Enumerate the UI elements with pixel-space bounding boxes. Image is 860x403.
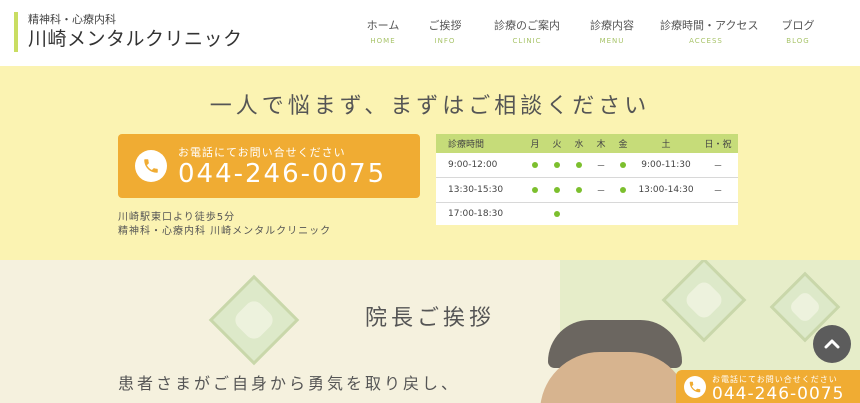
availability-dot [614,153,632,177]
nav-item-info[interactable]: ご挨拶 INFO [425,18,465,47]
consult-heading: 一人で悩まず、まずはご相談ください [209,94,651,119]
saturday-time: 9:00-11:30 [641,160,691,170]
floating-phone-number: 044-246-0075 [712,384,845,403]
nav-item-blog[interactable]: ブログ BLOG [778,18,818,47]
nav-label: ブログ [781,19,815,32]
header-cell: 日・祝 [704,140,732,150]
floating-phone-button[interactable]: お電話にてお問い合せください 044-246-0075 [676,370,860,403]
access-text: 川崎駅東口より徒歩5分 [118,212,236,223]
nav-item-menu[interactable]: 診療内容 MENU [588,18,636,47]
saturday-time: 13:00-14:30 [638,185,694,195]
phone-number: 044-246-0075 [178,159,387,189]
nav-label: ホーム [366,19,400,32]
availability-dot [570,178,588,202]
availability-dot [548,178,566,202]
nav-label: 診療のご案内 [494,19,560,32]
nav-item-home[interactable]: ホーム HOME [366,18,400,47]
closed-mark: － [596,161,606,172]
nav-item-access[interactable]: 診療時間・アクセス ACCESS [660,18,759,47]
header-cell: 火 [552,140,562,150]
nav-label: 診療内容 [590,19,634,32]
nav-sublabel: INFO [434,37,456,45]
header-cell: 木 [596,140,606,150]
phone-contact-button[interactable]: お電話にてお問い合せください 044-246-0075 [118,134,420,198]
availability-dot [526,178,544,202]
phone-label: お電話にてお問い合せください [178,146,346,159]
nav-sublabel: BLOG [786,37,810,45]
header-cell: 水 [574,140,584,150]
header-cell: 月 [530,140,540,150]
time-cell: 13:30-15:30 [448,185,504,195]
availability-dot [614,178,632,202]
time-cell: 17:00-18:30 [448,209,504,219]
time-cell: 9:00-12:00 [448,160,498,170]
greeting-text: 患者さまがご自身から勇気を取り戻し、 [118,374,461,393]
phone-icon [684,376,706,398]
nav-item-clinic[interactable]: 診療のご案内 CLINIC [492,18,562,47]
availability-dot [548,153,566,177]
hours-row: 13:30-15:30 － 13:00-14:30 － [436,178,738,203]
closed-mark: － [713,161,723,172]
nav-sublabel: HOME [370,37,396,45]
hours-row: 17:00-18:30 [436,203,738,225]
closed-mark: － [713,186,723,197]
phone-icon [135,150,167,182]
availability-dot [548,203,566,225]
availability-dot [526,153,544,177]
consult-section: 一人で悩まず、まずはご相談ください お電話にてお問い合せください 044-246… [0,66,860,260]
greeting-heading: 院長ご挨拶 [364,306,495,331]
hours-header-row: 診療時間 月 火 水 木 金 土 日・祝 [436,134,738,153]
nav-sublabel: ACCESS [689,37,723,45]
site-header: 精神科・心療内科 川崎メンタルクリニック ホーム HOME ご挨拶 INFO 診… [0,0,860,66]
header-cell: 土 [661,140,671,150]
clinic-name-text: 精神科・心療内科 川崎メンタルクリニック [118,226,332,237]
nav-label: ご挨拶 [428,19,462,32]
nav-sublabel: MENU [599,37,625,45]
header-cell: 診療時間 [448,140,485,150]
hours-table: 診療時間 月 火 水 木 金 土 日・祝 9:00-12:00 － 9:00-1… [436,134,738,225]
closed-mark: － [596,186,606,197]
scroll-top-button[interactable] [813,325,851,363]
header-cell: 金 [618,140,628,150]
nav-label: 診療時間・アクセス [660,19,759,32]
nav-sublabel: CLINIC [512,37,542,45]
hours-row: 9:00-12:00 － 9:00-11:30 － [436,153,738,178]
availability-dot [570,153,588,177]
main-nav: ホーム HOME ご挨拶 INFO 診療のご案内 CLINIC 診療内容 MEN… [0,18,860,48]
chevron-up-icon [824,339,840,349]
